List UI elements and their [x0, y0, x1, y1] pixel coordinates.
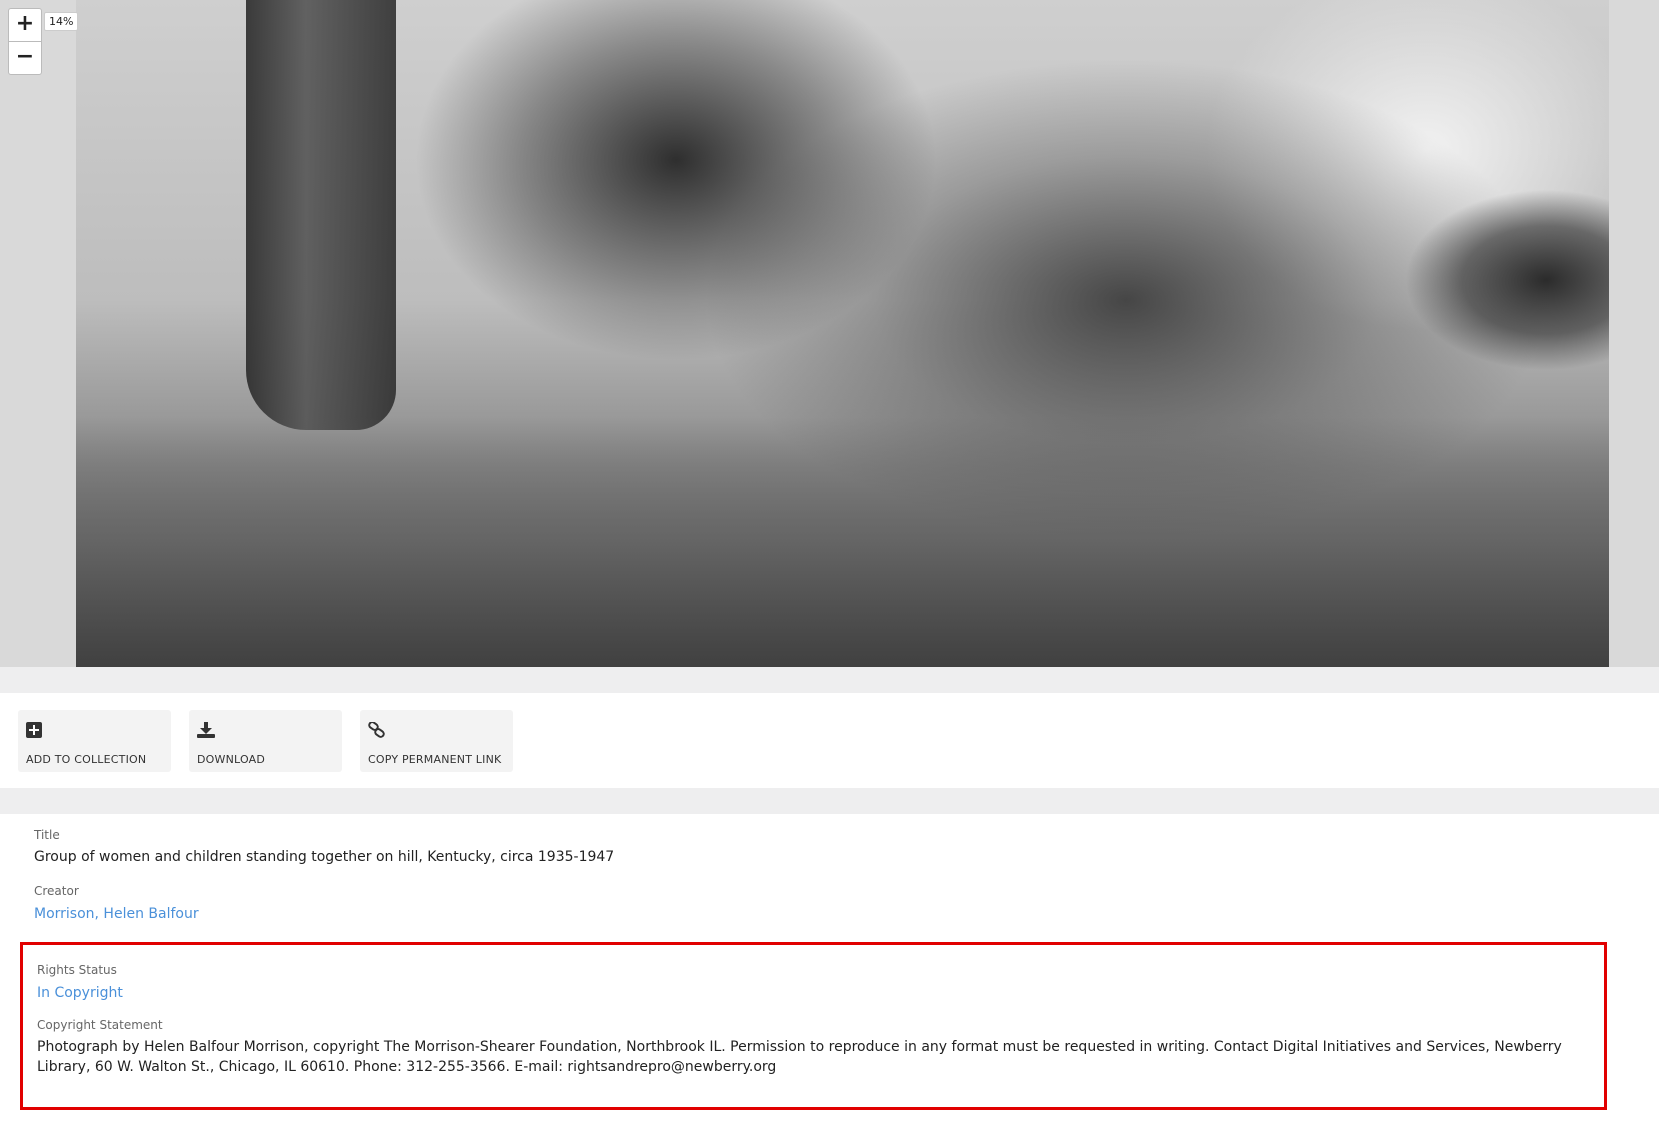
rights-highlight-box: Rights Status In Copyright Copyright Sta…	[20, 942, 1607, 1110]
rights-status-link[interactable]: In Copyright	[37, 985, 123, 1001]
image-viewer[interactable]: + − 14%	[0, 0, 1659, 667]
creator-link[interactable]: Morrison, Helen Balfour	[34, 906, 199, 922]
rights-status-label: Rights Status	[37, 963, 117, 977]
copy-permanent-link-button[interactable]: COPY PERMANENT LINK	[360, 710, 513, 772]
rights-status-field: Rights Status In Copyright	[37, 963, 1590, 1001]
title-label: Title	[34, 828, 60, 842]
archival-photograph[interactable]	[76, 0, 1609, 667]
divider-band	[0, 667, 1659, 693]
title-value: Group of women and children standing tog…	[34, 849, 615, 865]
title-field: Title Group of women and children standi…	[34, 828, 1594, 867]
divider-band	[0, 788, 1659, 814]
plus-square-icon	[26, 722, 42, 738]
copyright-statement-field: Copyright Statement Photograph by Helen …	[37, 1018, 1590, 1077]
download-label: DOWNLOAD	[197, 753, 266, 766]
copy-permanent-link-label: COPY PERMANENT LINK	[368, 753, 502, 766]
zoom-in-button[interactable]: +	[9, 9, 41, 41]
download-button[interactable]: DOWNLOAD	[189, 710, 342, 772]
link-icon	[368, 722, 385, 738]
add-to-collection-label: ADD TO COLLECTION	[26, 753, 147, 766]
copyright-statement-value: Photograph by Helen Balfour Morrison, co…	[37, 1039, 1562, 1075]
add-to-collection-button[interactable]: ADD TO COLLECTION	[18, 710, 171, 772]
zoom-out-button[interactable]: −	[9, 41, 41, 74]
creator-label: Creator	[34, 884, 79, 898]
photo-tree-trunk	[246, 0, 396, 430]
zoom-level-indicator: 14%	[44, 12, 79, 31]
action-toolbar: ADD TO COLLECTION DOWNLOAD COPY PERMANEN…	[18, 710, 513, 772]
zoom-controls: + −	[8, 8, 42, 75]
copyright-statement-label: Copyright Statement	[37, 1018, 163, 1032]
download-icon	[197, 722, 215, 738]
metadata-panel: Title Group of women and children standi…	[34, 828, 1594, 939]
photo-ground	[76, 417, 1609, 667]
creator-field: Creator Morrison, Helen Balfour	[34, 884, 1594, 922]
